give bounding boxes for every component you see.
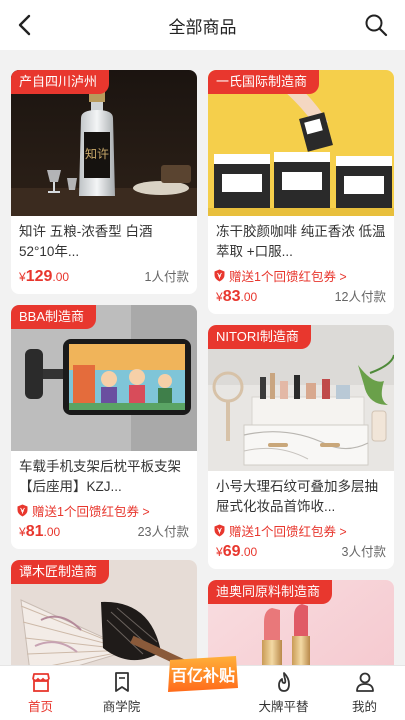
product-name: 车载手机支架后枕平板支架【后座用】KZJ... (19, 459, 181, 494)
manufacturer-tag: BBA制造商 (11, 305, 97, 329)
product-card[interactable]: 一氏国际制造商 冻干胶颜咖啡 纯正香浓 低温萃取 +口服... 赠送1个回馈红包… (208, 70, 394, 314)
product-image: 谭木匠制造商 (11, 560, 197, 665)
shield-icon (214, 269, 225, 281)
product-price: ¥69.00 (216, 543, 258, 560)
product-card[interactable]: NITORI制造商 小号大理石纹可叠加多层抽屉式化妆品首饰收... 赠送1个回馈… (208, 325, 394, 569)
product-image: NITORI制造商 (208, 325, 394, 471)
manufacturer-tag: NITORI制造商 (208, 325, 311, 349)
product-price: ¥83.00 (216, 288, 258, 305)
price-row: ¥69.00 3人付款 (208, 539, 394, 569)
sold-count: 12人付款 (334, 290, 386, 304)
coupon-text: 赠送1个回馈红包券 > (229, 269, 347, 284)
product-image: 知许 产自四川泸州 (11, 70, 197, 216)
book-icon (114, 672, 129, 692)
shop-icon (31, 673, 50, 692)
manufacturer-tag: 迪奥同原料制造商 (208, 580, 333, 604)
tab-label: 大牌平替 (258, 700, 309, 714)
tab-label: 首页 (27, 700, 53, 714)
top-nav-bar: 全部商品 (0, 0, 405, 50)
product-name: 知许 五粮-浓香型 白酒 52°10年... (19, 224, 153, 259)
sold-count: 3人付款 (341, 545, 386, 559)
product-name: 冻干胶颜咖啡 纯正香浓 低温萃取 +口服... (216, 224, 386, 259)
search-icon (365, 14, 388, 37)
shield-icon (214, 524, 225, 536)
subsidy-logo-icon: 百亿补贴 (167, 656, 238, 692)
coupon-link[interactable]: 赠送1个回馈红包券 > (208, 264, 394, 284)
product-price: ¥129.00 (19, 268, 70, 285)
product-column-right: 一氏国际制造商 冻干胶颜咖啡 纯正香浓 低温萃取 +口服... 赠送1个回馈红包… (208, 70, 394, 665)
tab-academy[interactable]: 商学院 (81, 666, 162, 720)
coupon-link[interactable]: 赠送1个回馈红包券 > (208, 519, 394, 539)
back-button[interactable] (10, 10, 40, 40)
subsidy-logo-text: 百亿补贴 (170, 666, 234, 685)
bottom-tab-bar: 首页 商学院 百亿补贴 大牌平替 我的 (0, 656, 405, 720)
tab-label: 我的 (351, 700, 377, 714)
search-button[interactable] (361, 10, 391, 40)
coupon-link[interactable]: 赠送1个回馈红包券 > (11, 499, 197, 519)
manufacturer-tag: 谭木匠制造商 (11, 560, 110, 584)
coupon-text: 赠送1个回馈红包券 > (32, 504, 150, 519)
tab-subsidy[interactable]: 百亿补贴 (162, 656, 243, 720)
product-name: 小号大理石纹可叠加多层抽屉式化妆品首饰收... (216, 479, 378, 514)
tab-brand-alternatives[interactable]: 大牌平替 (243, 666, 324, 720)
price-row: ¥83.00 12人付款 (208, 284, 394, 314)
flame-icon (277, 672, 290, 692)
product-card[interactable]: 知许 产自四川泸州 知许 五粮-浓香型 白酒 52°10年... ¥129.00… (11, 70, 197, 294)
product-image: BBA制造商 (11, 305, 197, 451)
bottle-label: 知许 (85, 147, 109, 161)
manufacturer-tag: 一氏国际制造商 (208, 70, 320, 94)
product-grid: 知许 产自四川泸州 知许 五粮-浓香型 白酒 52°10年... ¥129.00… (0, 50, 405, 665)
price-row: ¥81.00 23人付款 (11, 519, 197, 549)
product-card[interactable]: 谭木匠制造商 (11, 560, 197, 665)
tab-mine[interactable]: 我的 (324, 666, 405, 720)
tab-label: 商学院 (102, 700, 141, 714)
price-row: ¥129.00 1人付款 (11, 264, 197, 294)
chevron-left-icon (18, 14, 31, 36)
user-icon (355, 672, 374, 692)
tab-home[interactable]: 首页 (0, 666, 81, 720)
sold-count: 23人付款 (137, 525, 189, 539)
product-column-left: 知许 产自四川泸州 知许 五粮-浓香型 白酒 52°10年... ¥129.00… (11, 70, 197, 665)
coupon-text: 赠送1个回馈红包券 > (229, 524, 347, 539)
page-title: 全部商品 (168, 17, 237, 37)
shield-icon (17, 504, 28, 516)
origin-tag: 产自四川泸州 (11, 70, 110, 94)
product-image: 一氏国际制造商 (208, 70, 394, 216)
product-price: ¥81.00 (19, 523, 61, 540)
product-card[interactable]: BBA制造商 车载手机支架后枕平板支架【后座用】KZJ... 赠送1个回馈红包券… (11, 305, 197, 549)
sold-count: 1人付款 (144, 270, 189, 284)
